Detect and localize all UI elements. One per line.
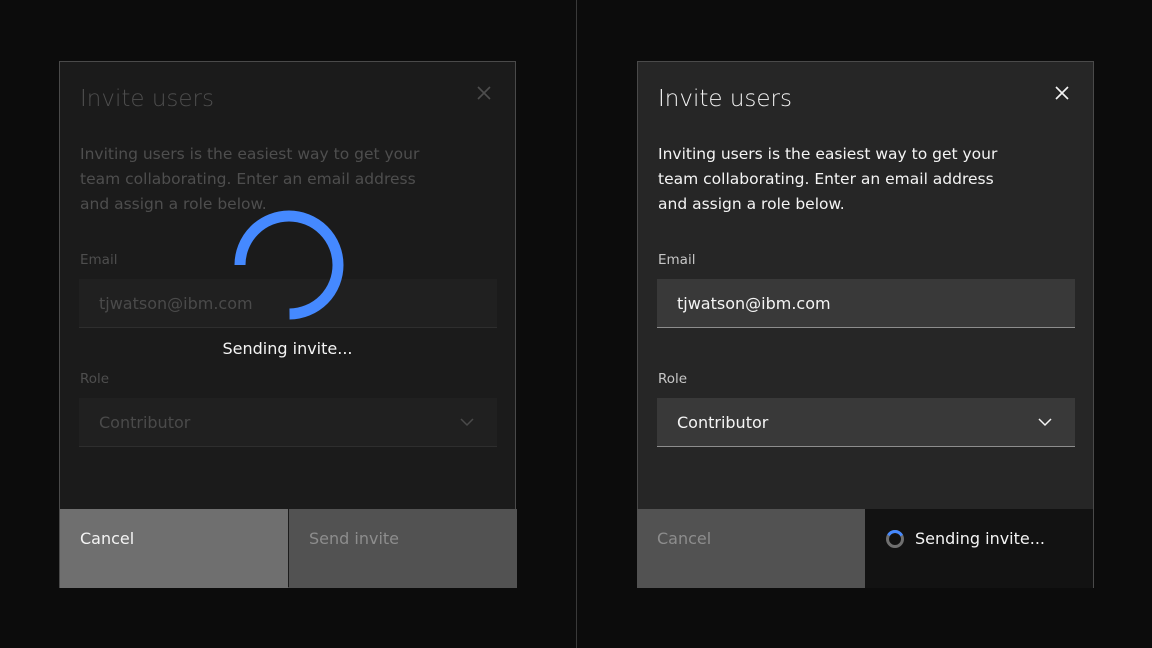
loading-text: Sending invite... [60,339,515,358]
modal-title: Invite users [80,86,214,112]
cancel-button[interactable]: Cancel [60,509,288,588]
chevron-down-icon [1037,414,1053,430]
close-icon[interactable] [1051,82,1073,104]
email-label: Email [658,252,695,268]
inline-spinner-icon [885,529,905,549]
role-label: Role [80,371,109,387]
modal-description: Inviting users is the easiest way to get… [80,142,440,217]
cancel-button[interactable]: Cancel [637,509,865,588]
sending-label: Sending invite... [915,529,1045,549]
loading-spinner-icon [232,208,346,322]
role-select[interactable]: Contributor [79,398,497,447]
invite-modal-loading-overlay: Invite users Inviting users is the easie… [59,61,516,588]
role-label: Role [658,371,687,387]
send-invite-button-loading: Sending invite... [865,509,1093,588]
invite-modal-inline-loading: Invite users Inviting users is the easie… [637,61,1094,588]
send-invite-button[interactable]: Send invite [289,509,517,588]
chevron-down-icon [459,414,475,430]
role-value: Contributor [677,413,768,432]
divider [576,0,577,648]
modal-description: Inviting users is the easiest way to get… [658,142,1018,217]
close-icon[interactable] [473,82,495,104]
email-label: Email [80,252,117,268]
email-field[interactable]: tjwatson@ibm.com [657,279,1075,328]
modal-title: Invite users [658,86,792,112]
role-select[interactable]: Contributor [657,398,1075,447]
role-value: Contributor [99,413,190,432]
